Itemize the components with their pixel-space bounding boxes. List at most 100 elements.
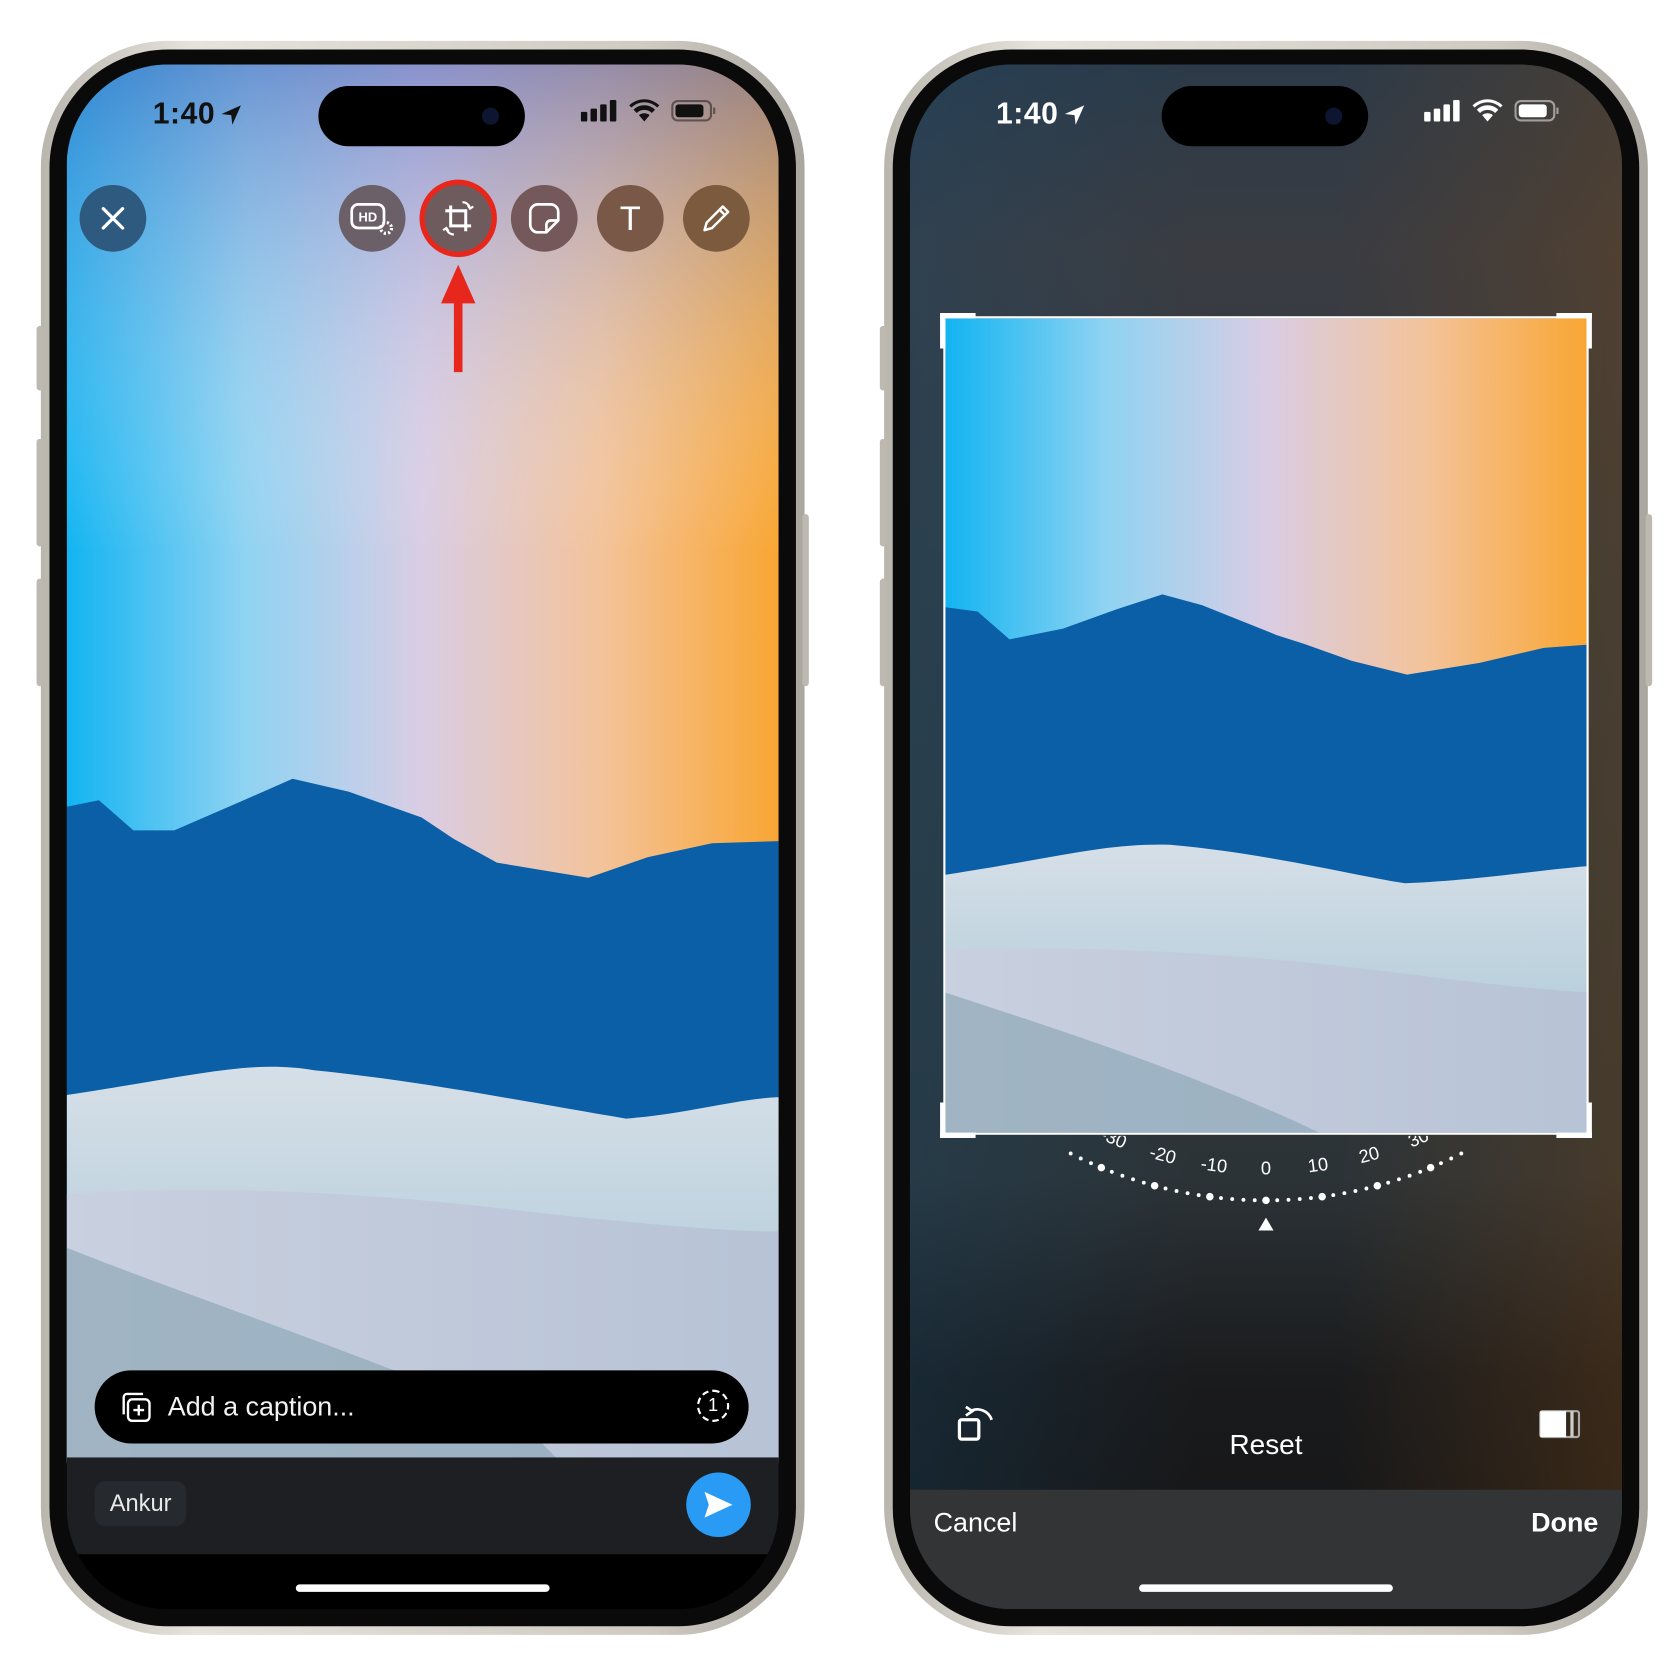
- close-icon: [101, 207, 125, 230]
- dial-tick-label: -30: [1097, 1136, 1129, 1153]
- location-arrow-icon: [1063, 103, 1087, 132]
- left-phone: 1:40 HD T Add a caption... 1 Ankur: [36, 40, 809, 1635]
- battery-icon: [671, 100, 716, 122]
- crop-handle-bottom-right[interactable]: [1556, 1102, 1592, 1138]
- dial-minor-tick: [1068, 1151, 1073, 1156]
- dial-minor-tick: [1309, 1196, 1313, 1200]
- cellular-signal-icon: [1424, 100, 1460, 122]
- hd-settings-icon: HD: [350, 203, 394, 236]
- dial-minor-tick: [1459, 1151, 1464, 1156]
- home-indicator: [1139, 1584, 1393, 1592]
- dial-minor-tick: [1286, 1197, 1291, 1202]
- annotation-arrow: [440, 264, 476, 373]
- add-media-icon: [122, 1392, 151, 1423]
- dial-minor-tick: [1185, 1191, 1190, 1196]
- dial-minor-tick: [1196, 1193, 1201, 1198]
- dial-major-tick: [1150, 1181, 1159, 1190]
- dial-minor-tick: [1407, 1173, 1412, 1178]
- dial-tick-label: 30: [1405, 1136, 1432, 1152]
- svg-text:HD: HD: [359, 210, 378, 225]
- dynamic-island: [1161, 86, 1369, 147]
- send-icon: [704, 1491, 733, 1518]
- reset-button[interactable]: Reset: [910, 1428, 1622, 1461]
- dial-tick-label: -10: [1200, 1153, 1229, 1177]
- recipient-chip[interactable]: Ankur: [94, 1481, 187, 1527]
- status-time: 1:40: [152, 96, 216, 131]
- crop-handle-top-left[interactable]: [940, 312, 976, 349]
- dial-minor-tick: [1089, 1161, 1093, 1166]
- crop-frame[interactable]: [940, 312, 1592, 1138]
- volume-up-button: [36, 438, 44, 547]
- dial-minor-tick: [1241, 1197, 1246, 1202]
- dial-minor-tick: [1141, 1180, 1146, 1185]
- dial-tick-label: 20: [1356, 1142, 1381, 1168]
- action-button: [36, 325, 44, 391]
- dial-minor-tick: [1163, 1186, 1168, 1191]
- side-button: [802, 514, 809, 687]
- draw-button[interactable]: [683, 185, 750, 252]
- text-button[interactable]: T: [596, 185, 664, 252]
- dial-major-tick: [1318, 1192, 1326, 1201]
- photo-preview: [66, 64, 779, 1463]
- right-phone: 1:40 -30 -20 -10 0 10 20 30 Reset Cancel…: [879, 40, 1653, 1635]
- battery-icon: [1514, 100, 1559, 122]
- volume-down-button: [879, 578, 887, 687]
- text-icon: T: [619, 198, 641, 238]
- caption-input[interactable]: Add a caption... 1: [94, 1370, 749, 1444]
- wifi-icon: [629, 99, 660, 122]
- action-button: [879, 325, 887, 391]
- crop-rotate-icon: [442, 201, 474, 236]
- dial-minor-tick: [1439, 1161, 1443, 1166]
- dial-minor-tick: [1297, 1197, 1302, 1201]
- dial-minor-tick: [1449, 1156, 1454, 1161]
- cancel-button[interactable]: Cancel: [934, 1508, 1018, 1539]
- crop-screen: 1:40 -30 -20 -10 0 10 20 30 Reset Cancel…: [909, 64, 1623, 1610]
- dial-major-tick: [1206, 1192, 1214, 1201]
- dial-tick-label: 10: [1306, 1153, 1329, 1176]
- dial-minor-tick: [1230, 1197, 1235, 1201]
- dial-major-tick: [1262, 1196, 1270, 1205]
- done-button[interactable]: Done: [1531, 1508, 1598, 1539]
- close-button[interactable]: [79, 185, 147, 252]
- side-button: [1645, 514, 1653, 687]
- location-arrow-icon: [219, 103, 243, 132]
- dynamic-island: [318, 86, 525, 147]
- crop-handle-bottom-left[interactable]: [940, 1102, 976, 1138]
- dial-major-tick: [1373, 1181, 1382, 1190]
- dial-minor-tick: [1120, 1173, 1125, 1178]
- dial-major-tick: [1426, 1163, 1435, 1172]
- view-once-button[interactable]: 1: [696, 1389, 730, 1422]
- dial-minor-tick: [1386, 1180, 1391, 1185]
- dial-minor-tick: [1219, 1196, 1223, 1200]
- volume-down-button: [36, 578, 44, 687]
- aspect-ratio-button[interactable]: [1538, 1409, 1581, 1444]
- dial-major-tick: [1097, 1163, 1106, 1172]
- home-indicator: [295, 1584, 550, 1592]
- cellular-signal-icon: [580, 100, 617, 122]
- dial-pointer-icon: [1258, 1217, 1274, 1231]
- dial-minor-tick: [1331, 1193, 1336, 1198]
- dial-minor-tick: [1131, 1177, 1135, 1182]
- dial-minor-tick: [1342, 1191, 1347, 1196]
- dial-minor-tick: [1418, 1169, 1423, 1174]
- status-time: 1:40: [996, 96, 1059, 131]
- hd-quality-button[interactable]: HD: [338, 185, 406, 252]
- recipient-bar: Ankur: [66, 1457, 779, 1555]
- dial-minor-tick: [1252, 1198, 1257, 1203]
- volume-up-button: [879, 438, 887, 547]
- sticker-button[interactable]: [510, 185, 578, 252]
- dial-minor-tick: [1174, 1189, 1179, 1193]
- dial-minor-tick: [1078, 1156, 1083, 1161]
- straighten-dial[interactable]: -30 -20 -10 0 10 20 30: [1051, 1136, 1481, 1244]
- send-button[interactable]: [686, 1472, 751, 1538]
- crop-handle-top-right[interactable]: [1556, 312, 1592, 349]
- dial-tick-label: 0: [1261, 1158, 1271, 1179]
- dial-tick-label: -20: [1148, 1141, 1179, 1168]
- pencil-icon: [703, 205, 730, 232]
- caption-placeholder: Add a caption...: [167, 1391, 355, 1422]
- wifi-icon: [1472, 99, 1503, 122]
- crop-rotate-button[interactable]: [424, 185, 492, 252]
- aspect-ratio-icon: [1539, 1410, 1581, 1439]
- dial-minor-tick: [1364, 1186, 1369, 1191]
- sticker-icon: [528, 203, 560, 234]
